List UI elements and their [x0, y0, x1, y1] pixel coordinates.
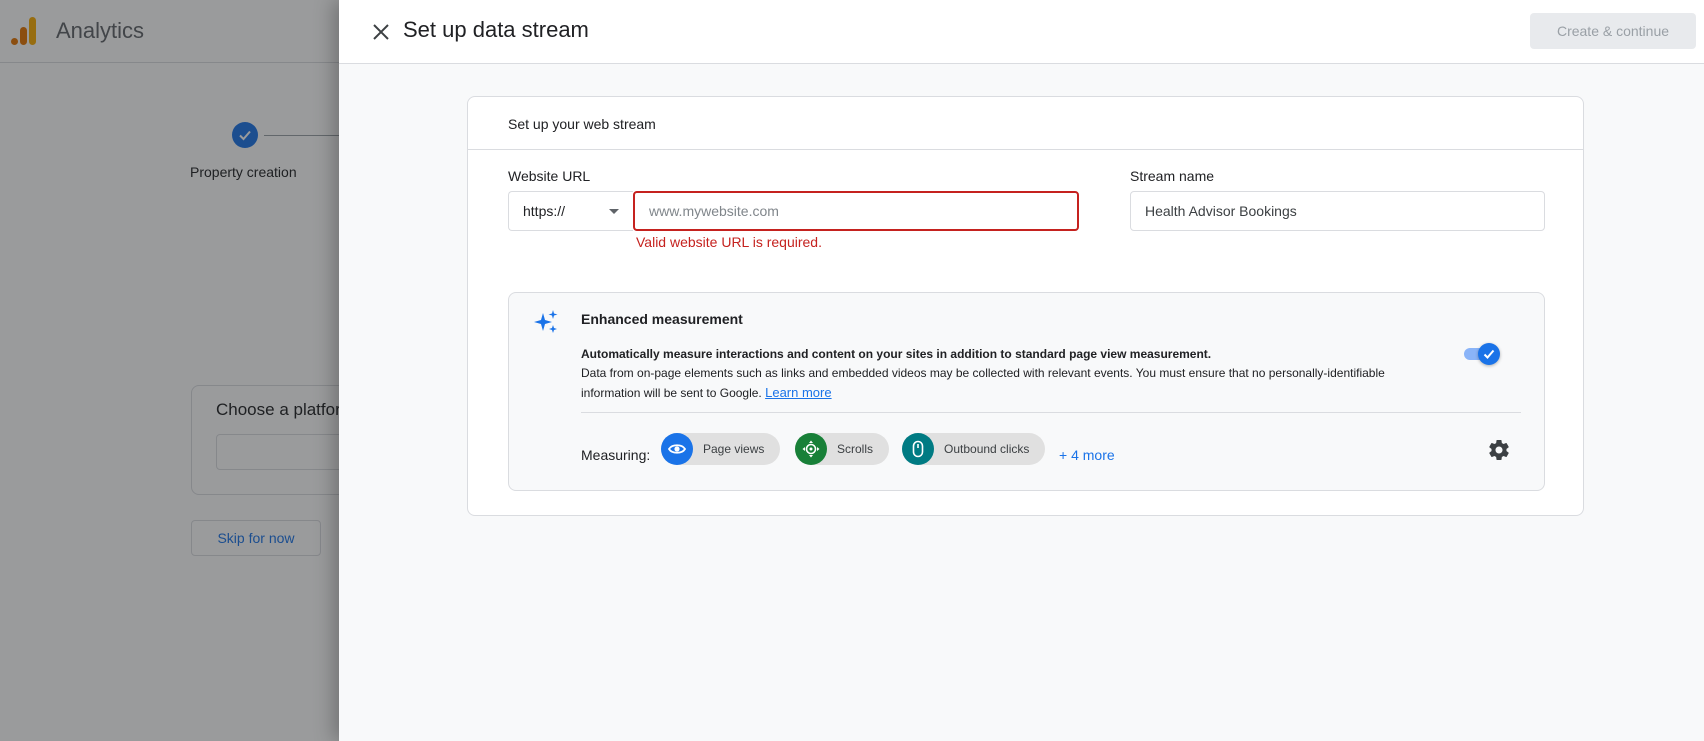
chip-label: Outbound clicks [944, 442, 1030, 456]
chip-label: Scrolls [837, 442, 874, 456]
enhanced-measurement-toggle[interactable] [1464, 343, 1500, 365]
divider [581, 412, 1521, 413]
enhanced-measurement-title: Enhanced measurement [581, 311, 743, 327]
dropdown-arrow-icon [609, 209, 619, 214]
scroll-target-icon [795, 433, 827, 465]
measuring-label: Measuring: [581, 447, 651, 463]
drawer-header: Set up data stream Create & continue [339, 0, 1704, 64]
close-button[interactable] [367, 18, 395, 46]
create-continue-button[interactable]: Create & continue [1530, 13, 1696, 49]
protocol-value: https:// [523, 203, 566, 219]
web-stream-card: Set up your web stream Website URL https… [467, 96, 1584, 516]
website-url-label: Website URL [508, 168, 591, 184]
card-header: Set up your web stream [468, 97, 1583, 150]
check-icon [1483, 349, 1495, 359]
enhanced-measurement-description: Automatically measure interactions and c… [581, 345, 1441, 403]
stream-name-input[interactable] [1130, 191, 1545, 231]
description-bold: Automatically measure interactions and c… [581, 347, 1212, 361]
gear-icon[interactable] [1487, 438, 1511, 462]
setup-stream-drawer: Set up data stream Create & continue Set… [339, 0, 1704, 741]
stream-name-label: Stream name [1130, 168, 1215, 184]
eye-icon [661, 433, 693, 465]
chip-scrolls[interactable]: Scrolls [795, 433, 890, 465]
protocol-select[interactable]: https:// [508, 191, 633, 231]
chip-page-views[interactable]: Page views [661, 433, 781, 465]
drawer-title: Set up data stream [403, 17, 589, 42]
more-events-link[interactable]: + 4 more [1059, 447, 1115, 463]
chip-label: Page views [703, 442, 765, 456]
website-url-input[interactable] [633, 191, 1079, 231]
mouse-icon [902, 433, 934, 465]
enhanced-measurement-section: Enhanced measurement Automatically measu… [508, 292, 1545, 491]
description-text: Data from on-page elements such as links… [581, 366, 1385, 400]
close-icon [373, 24, 389, 40]
chip-outbound-clicks[interactable]: Outbound clicks [902, 433, 1046, 465]
url-error-message: Valid website URL is required. [636, 234, 822, 250]
learn-more-link[interactable]: Learn more [765, 385, 831, 400]
card-title: Set up your web stream [508, 116, 656, 132]
toggle-knob [1478, 343, 1500, 365]
sparkle-icon [534, 310, 558, 333]
